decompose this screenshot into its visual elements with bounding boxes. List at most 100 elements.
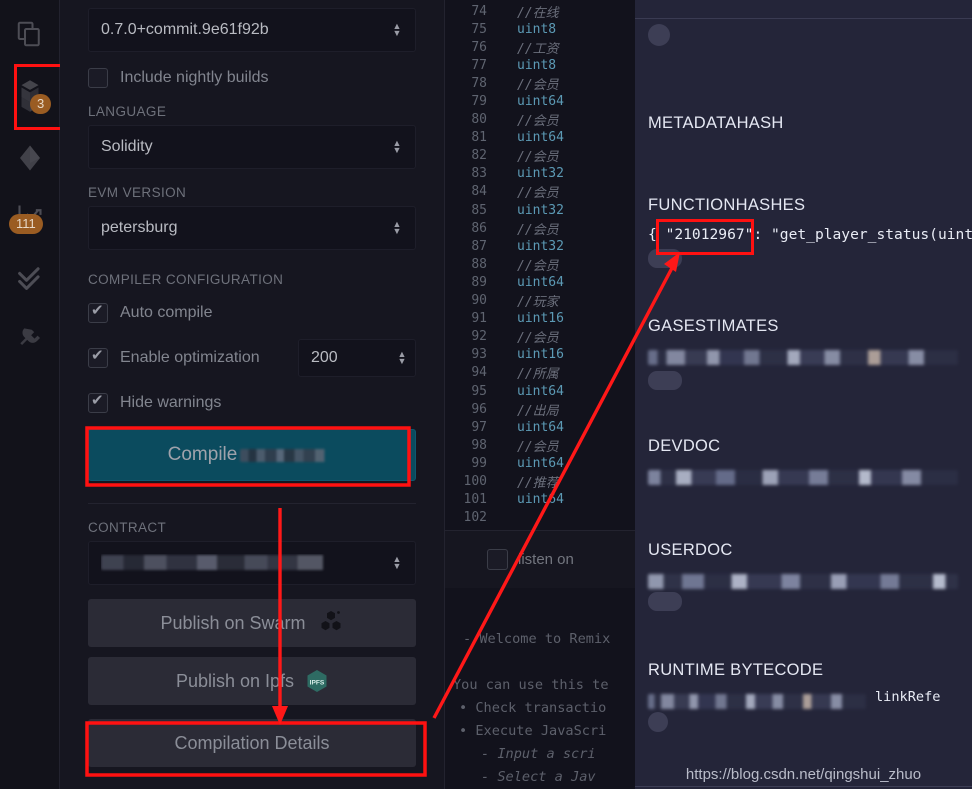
code-line[interactable]: 90//玩家 [445, 292, 635, 310]
compile-button[interactable]: Compile [88, 429, 416, 481]
code-text: uint16 [511, 311, 564, 326]
publish-on-swarm-button[interactable]: Publish on Swarm [88, 599, 416, 647]
code-line[interactable]: 82 //会员 [445, 147, 635, 165]
code-line[interactable]: 78//会员 [445, 74, 635, 92]
evm-version-select[interactable]: petersburg ▲▼ [88, 206, 416, 250]
testing-check-icon[interactable] [0, 250, 60, 306]
code-line[interactable]: 84//会员 [445, 183, 635, 201]
code-line[interactable]: 76//工资 [445, 38, 635, 56]
code-line[interactable]: 97 uint64 [445, 418, 635, 436]
contract-select[interactable]: ▲▼ [88, 541, 416, 585]
chevron-updown-icon: ▲▼ [391, 221, 403, 235]
line-number: 89 [445, 275, 497, 290]
userdoc-copy-button[interactable] [648, 592, 682, 611]
code-text: //会员 [511, 146, 559, 165]
include-nightly-builds-checkbox[interactable] [88, 68, 108, 88]
line-number: 96 [445, 402, 497, 417]
ipfs-badge-text: IPFS [310, 679, 325, 686]
language-select[interactable]: Solidity ▲▼ [88, 125, 416, 169]
code-line[interactable]: 93uint16 [445, 346, 635, 364]
code-line[interactable]: 89uint64 [445, 273, 635, 291]
chevron-updown-icon: ▲▼ [391, 140, 403, 154]
plugin-icon-rail: 3 111 [0, 0, 60, 789]
terminal-line: - Input a scri [445, 743, 635, 766]
line-number: 90 [445, 293, 497, 308]
compiler-version-select[interactable]: 0.7.0+commit.9e61f92b ▲▼ [88, 8, 416, 52]
compilation-details-button[interactable]: Compilation Details [88, 719, 416, 767]
publish-on-ipfs-button[interactable]: Publish on Ipfs IPFS [88, 657, 416, 705]
terminal-line: - Welcome to Remix [445, 628, 635, 651]
code-line[interactable]: 87uint32 [445, 237, 635, 255]
code-line[interactable]: 96//出局 [445, 400, 635, 418]
code-line[interactable]: 94//所属 [445, 364, 635, 382]
runtime-bytecode-copy-button[interactable] [648, 712, 668, 732]
terminal-line [445, 651, 635, 674]
watermark-text: https://blog.csdn.net/qingshui_zhuo [635, 766, 972, 783]
code-line[interactable]: 92//会员 [445, 328, 635, 346]
include-nightly-builds-row[interactable]: Include nightly builds [88, 68, 416, 88]
language-label: LANGUAGE [88, 104, 416, 119]
auto-compile-checkbox[interactable] [88, 303, 108, 323]
functionhashes-copy-button[interactable] [648, 249, 682, 268]
code-line[interactable]: 99uint64 [445, 454, 635, 472]
line-number: 91 [445, 311, 497, 326]
code-line[interactable]: 81uint64 [445, 129, 635, 147]
code-line[interactable]: 74//在线 [445, 2, 635, 20]
evm-version-value: petersburg [101, 219, 391, 237]
gasestimates-copy-button[interactable] [648, 371, 682, 390]
functionhashes-content: { "21012967": "get_player_status(uint6 [648, 226, 972, 243]
fh-value: "get_player_status(uint6 [762, 226, 972, 243]
hide-warnings-checkbox[interactable] [88, 393, 108, 413]
remix-ide-window: 3 111 [0, 0, 972, 789]
code-line[interactable]: 75uint8 [445, 20, 635, 38]
line-number: 78 [445, 76, 497, 91]
deploy-run-icon[interactable] [0, 130, 60, 186]
hide-warnings-row[interactable]: Hide warnings [88, 393, 416, 413]
solidity-compiler-panel: 0.7.0+commit.9e61f92b ▲▼ Include nightly… [60, 0, 445, 789]
plugin-manager-plug-icon[interactable] [0, 312, 60, 368]
compilation-details-modal: METADATAHASH FUNCTIONHASHES { "21012967"… [635, 0, 972, 789]
chevron-updown-icon: ▲▼ [391, 23, 403, 37]
code-line[interactable]: 86//会员 [445, 219, 635, 237]
code-line[interactable]: 77uint8 [445, 56, 635, 74]
code-text: //会员 [511, 327, 559, 346]
compiler-badge-count: 3 [30, 94, 51, 114]
hide-warnings-label: Hide warnings [120, 394, 221, 412]
code-line[interactable]: 85uint32 [445, 201, 635, 219]
contract-name-blur [101, 555, 353, 570]
line-number: 80 [445, 112, 497, 127]
listen-on-network-checkbox[interactable] [487, 549, 508, 570]
enable-optimization-row[interactable]: Enable optimization 200 ▲▼ [88, 339, 416, 377]
line-number: 93 [445, 347, 497, 362]
solidity-compiler-icon[interactable] [0, 68, 60, 124]
code-line[interactable]: 91 uint16 [445, 310, 635, 328]
file-explorer-icon[interactable] [0, 6, 60, 62]
code-text: //所属 [511, 363, 559, 382]
code-line[interactable]: 101uint64 [445, 491, 635, 509]
publish-on-swarm-label: Publish on Swarm [160, 613, 305, 634]
chevron-updown-icon[interactable]: ▲▼ [396, 351, 408, 365]
code-line[interactable]: 100//推荐 [445, 472, 635, 490]
code-text: //会员 [511, 219, 559, 238]
code-line[interactable]: 79uint64 [445, 92, 635, 110]
line-number: 99 [445, 456, 497, 471]
compiler-configuration-label: COMPILER CONFIGURATION [88, 272, 416, 287]
line-number: 82 [445, 148, 497, 163]
code-line[interactable]: 83uint32 [445, 165, 635, 183]
code-editor[interactable]: 74//在线75uint876//工资77uint878//会员79uint64… [445, 0, 635, 789]
code-line[interactable]: 95uint64 [445, 382, 635, 400]
enable-optimization-checkbox[interactable] [88, 348, 108, 368]
code-text: uint64 [511, 420, 564, 435]
copy-to-clipboard-icon[interactable] [648, 24, 670, 46]
line-number: 97 [445, 420, 497, 435]
userdoc-content-blurred [648, 574, 958, 589]
terminal-line: You can use this te [445, 674, 635, 697]
auto-compile-row[interactable]: Auto compile [88, 303, 416, 323]
compile-button-label: Compile [168, 444, 238, 466]
code-line[interactable]: 102 [445, 509, 635, 527]
code-line[interactable]: 80//会员 [445, 111, 635, 129]
contract-value-blurred [101, 554, 391, 572]
publish-on-ipfs-label: Publish on Ipfs [176, 671, 294, 692]
code-line[interactable]: 88//会员 [445, 255, 635, 273]
code-line[interactable]: 98//会员 [445, 436, 635, 454]
